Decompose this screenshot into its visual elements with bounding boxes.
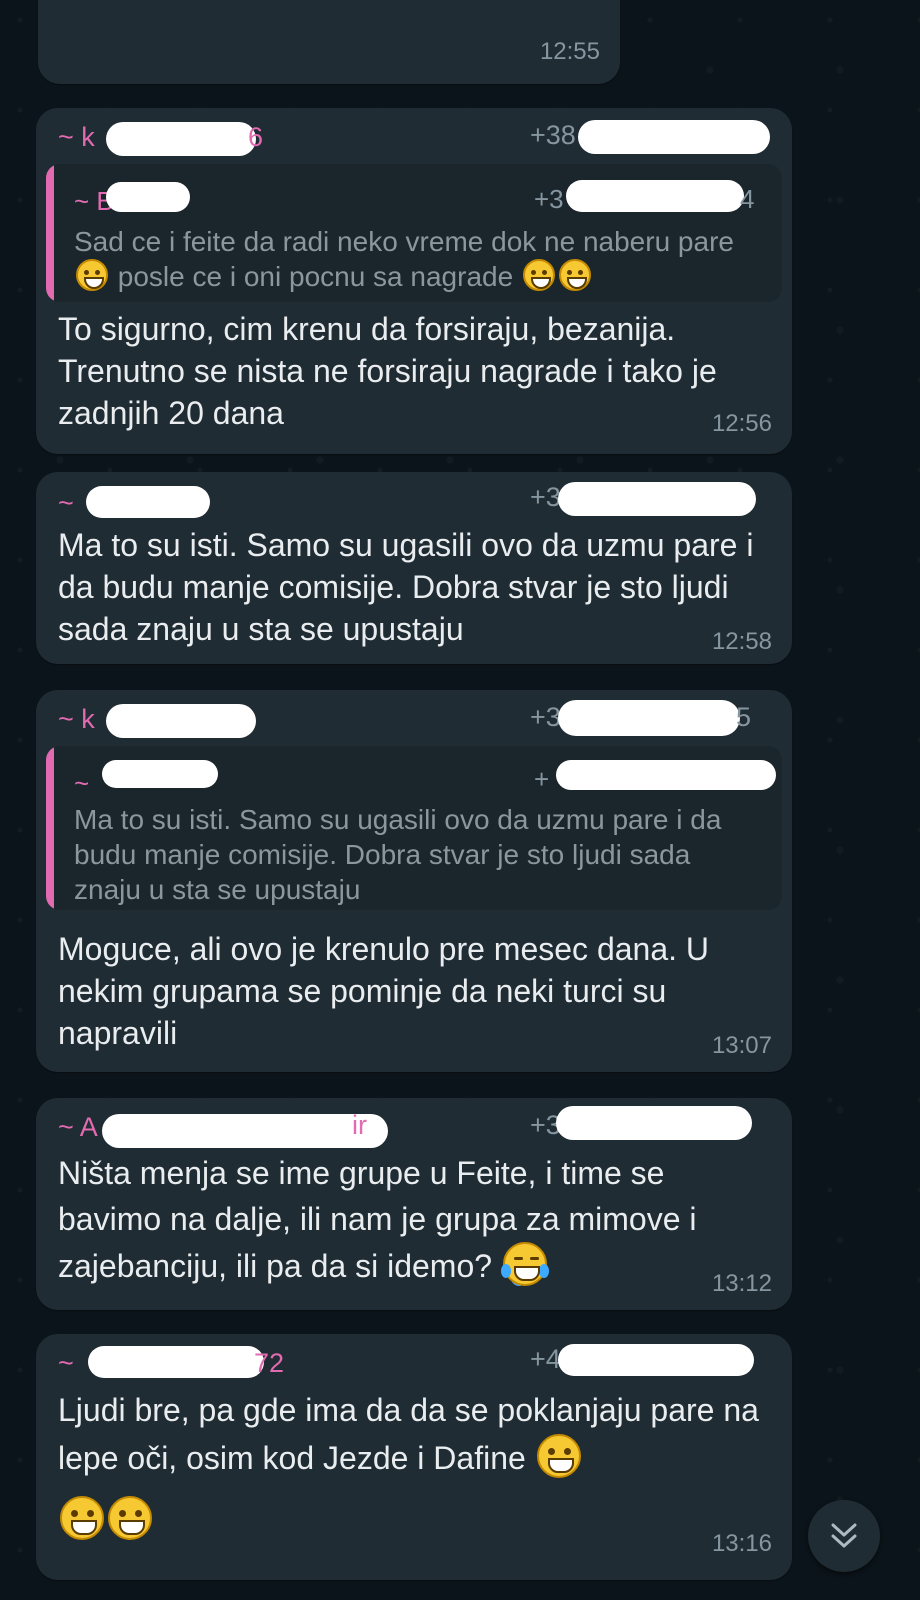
quote-sender-phone: +3 xyxy=(534,184,564,214)
redaction-mark xyxy=(558,1344,754,1376)
sender-phone: +3 xyxy=(530,482,561,512)
quoted-message[interactable]: ~ B +3 4 Sad ce i feite da radi neko vre… xyxy=(46,164,782,302)
quote-text: Sad ce i feite da radi neko vreme dok ne… xyxy=(74,226,734,292)
message-time: 13:16 xyxy=(711,1530,772,1557)
message-text: Moguce, ali ovo je krenulo pre mesec dan… xyxy=(58,931,710,1051)
quote-sender-name: ~ xyxy=(74,768,90,798)
sender-name-tail: 6 xyxy=(248,122,264,152)
message-text: Ma to su isti. Samo su ugasili ovo da uz… xyxy=(58,527,754,647)
sender-name: ~ k xyxy=(58,704,95,734)
redaction-mark xyxy=(558,700,740,736)
sender-name-tail: ir xyxy=(352,1110,367,1140)
grinning-face-emoji xyxy=(76,259,108,291)
message-bubble[interactable]: 12:55 xyxy=(38,0,620,84)
grinning-face-emoji xyxy=(558,259,591,291)
redaction-mark xyxy=(556,1106,752,1140)
scroll-to-bottom-button[interactable] xyxy=(808,1500,880,1572)
quote-accent-bar xyxy=(46,746,54,910)
redaction-mark xyxy=(88,1346,264,1378)
message-time: 12:56 xyxy=(711,410,772,437)
double-chevron-down-icon xyxy=(831,1523,857,1548)
message-bubble[interactable]: ~ k +3 5 ~ + Ma to su isti. Samo su ugas… xyxy=(36,690,792,1072)
grinning-face-emoji xyxy=(60,1496,104,1540)
quote-accent-bar xyxy=(46,164,54,302)
sender-name: ~ xyxy=(58,488,74,518)
redaction-mark xyxy=(106,704,256,738)
message-time: 13:12 xyxy=(711,1270,772,1297)
grinning-face-emoji xyxy=(536,1434,581,1478)
sender-name: ~ A xyxy=(58,1112,98,1142)
sender-name[interactable]: ~ k xyxy=(58,122,95,153)
message-time: 12:58 xyxy=(711,628,772,655)
redaction-mark xyxy=(566,180,744,212)
message-time: 13:07 xyxy=(711,1032,772,1059)
sender-phone: +4 xyxy=(530,1344,561,1374)
message-text: To sigurno, cim krenu da forsiraju, beza… xyxy=(58,311,717,431)
message-list[interactable]: 12:55 ~ k 6 +38 ~ B +3 4 Sad ce i feite … xyxy=(0,0,920,1600)
message-text: Ljudi bre, pa gde ima da da se poklanjaj… xyxy=(58,1386,772,1544)
message-bubble[interactable]: ~ k 6 +38 ~ B +3 4 Sad ce i feite da rad… xyxy=(36,108,792,454)
message-time: 12:55 xyxy=(539,38,600,65)
redaction-mark xyxy=(102,1114,388,1148)
sender-name: ~ xyxy=(58,1348,74,1378)
redaction-mark xyxy=(102,760,218,788)
redaction-mark xyxy=(578,120,770,154)
message-text: Ništa menja se ime grupe u Feite, i time… xyxy=(58,1155,697,1286)
redaction-mark xyxy=(556,760,776,790)
grinning-face-emoji xyxy=(522,259,555,291)
sender-phone-tail: 5 xyxy=(736,702,752,732)
message-bubble[interactable]: ~ A ir +3 Ništa menja se ime grupe u Fei… xyxy=(36,1098,792,1310)
sender-phone: +3 xyxy=(530,702,561,732)
redaction-mark xyxy=(86,486,210,518)
sender-phone: +38 xyxy=(530,120,576,150)
quote-text: Ma to su isti. Samo su ugasili ovo da uz… xyxy=(74,804,722,905)
quote-sender-phone-tail: 4 xyxy=(740,184,755,214)
message-bubble[interactable]: ~ +3 Ma to su isti. Samo su ugasili ovo … xyxy=(36,472,792,664)
tears-of-joy-emoji xyxy=(500,1242,549,1286)
quote-sender-phone: + xyxy=(534,764,550,794)
sender-name-tail: 72 xyxy=(254,1348,285,1378)
redaction-mark xyxy=(106,122,256,156)
redaction-mark xyxy=(558,482,756,516)
grinning-face-emoji xyxy=(108,1496,152,1540)
quoted-message[interactable]: ~ + Ma to su isti. Samo su ugasili ovo d… xyxy=(46,746,782,910)
redaction-mark xyxy=(106,182,190,212)
message-bubble[interactable]: ~ 72 +4 Ljudi bre, pa gde ima da da se p… xyxy=(36,1334,792,1580)
